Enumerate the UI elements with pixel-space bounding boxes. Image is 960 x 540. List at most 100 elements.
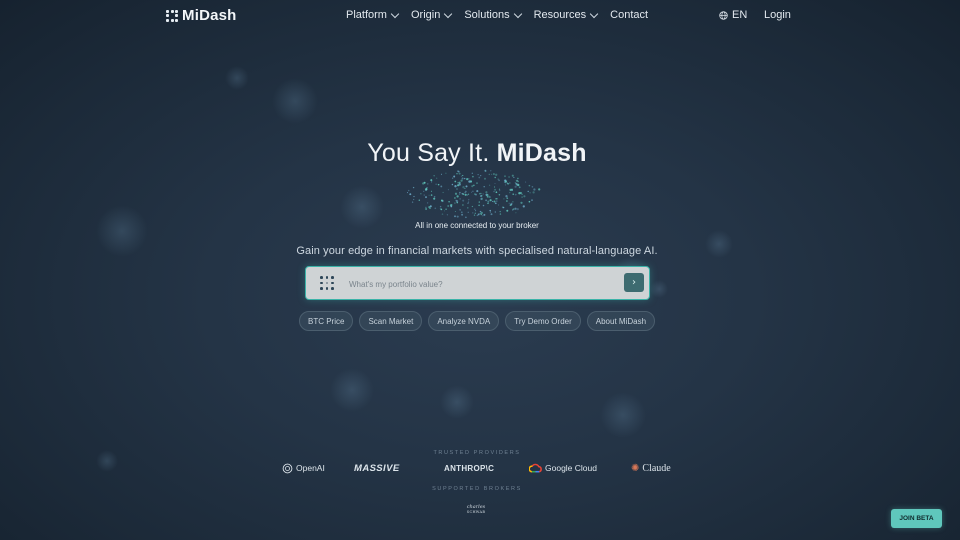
particle-dot <box>495 191 498 194</box>
particle-dot <box>499 210 501 213</box>
particle-dot <box>512 201 514 203</box>
send-button[interactable]: › <box>624 273 644 292</box>
suggestion-chip-try-demo-order[interactable]: Try Demo Order <box>505 311 581 331</box>
particle-dot <box>461 177 464 180</box>
particle-dot <box>462 186 465 189</box>
brand-logo[interactable]: MiDash <box>166 7 237 24</box>
particle-dot <box>480 197 483 201</box>
particle-dot <box>443 210 446 212</box>
particle-dot <box>426 183 429 185</box>
provider-anthropic: ANTHROP\C <box>444 460 494 476</box>
particle-dot <box>440 173 443 175</box>
particle-dot <box>497 204 500 206</box>
nav-item-solutions[interactable]: Solutions <box>464 9 522 21</box>
particle-dot <box>515 179 518 182</box>
provider-massive: MASSIVE <box>354 460 400 476</box>
particle-dot <box>457 182 459 184</box>
particle-dot <box>458 172 461 175</box>
particle-dot <box>472 190 474 192</box>
particle-dot <box>494 186 496 188</box>
language-code: EN <box>732 9 748 21</box>
particle-dot <box>494 188 497 191</box>
join-beta-button[interactable]: JOIN BETA <box>891 509 942 528</box>
login-link[interactable]: Login <box>764 9 791 21</box>
nav-item-resources[interactable]: Resources <box>534 9 599 21</box>
nav-item-platform[interactable]: Platform <box>346 9 400 21</box>
particle-dot <box>473 184 475 186</box>
particle-dot <box>462 193 465 195</box>
particle-dot <box>411 201 414 203</box>
particle-dot <box>435 183 437 185</box>
suggestion-chip-btc-price[interactable]: BTC Price <box>298 311 354 331</box>
particle-dot <box>450 205 453 208</box>
particle-dot <box>492 200 494 202</box>
particle-dot <box>454 180 457 183</box>
particle-dot <box>453 197 456 199</box>
bokeh-light <box>272 78 318 124</box>
particle-dot <box>503 198 505 200</box>
provider-name: ANTHROP\C <box>444 463 495 473</box>
particle-dot <box>514 207 517 210</box>
particle-dot <box>506 200 508 202</box>
particle-dot <box>462 204 464 206</box>
particle-dot <box>434 207 437 210</box>
broker-name: SCHWAB <box>466 510 486 514</box>
particle-dot <box>511 174 514 177</box>
particle-dot <box>472 212 474 214</box>
particle-dot <box>518 186 521 189</box>
particle-dot <box>491 173 493 175</box>
language-selector[interactable]: EN <box>719 9 747 21</box>
particle-dot <box>454 185 457 188</box>
particle-dot <box>442 191 444 194</box>
particle-dot <box>502 206 505 209</box>
particle-dot <box>506 209 509 212</box>
particle-dot <box>505 195 508 198</box>
particle-dot <box>495 198 497 200</box>
particle-dot <box>520 201 523 204</box>
particle-dot <box>494 211 496 213</box>
particle-dot <box>489 209 491 212</box>
particle-dot <box>453 175 456 178</box>
nav-item-origin[interactable]: Origin <box>411 9 453 21</box>
particle-dot <box>518 192 521 195</box>
nav-item-contact[interactable]: Contact <box>610 9 648 21</box>
particle-dot <box>445 208 447 210</box>
suggestion-chip-about-midash[interactable]: About MiDash <box>586 311 656 331</box>
particle-dot <box>406 192 409 194</box>
particle-dot <box>514 193 517 196</box>
prompt-input[interactable] <box>347 274 621 294</box>
logo-dots-icon <box>166 9 178 22</box>
chat-prompt-box: › <box>305 266 650 300</box>
particle-dot <box>464 177 466 180</box>
chevron-down-icon <box>390 9 400 18</box>
particle-dot <box>468 180 471 183</box>
particle-dot <box>428 194 430 196</box>
particle-dot <box>528 184 531 187</box>
provider-google-cloud: Google Cloud <box>529 460 597 476</box>
particle-dot <box>489 211 491 213</box>
particle-dot <box>473 214 476 216</box>
particle-dot <box>467 202 469 204</box>
brokers-heading: SUPPORTED BROKERS <box>432 486 522 492</box>
particle-dot <box>529 192 531 194</box>
particle-dot <box>423 194 425 196</box>
hero-title: You Say It. MiDash <box>0 139 954 168</box>
particle-dot <box>490 213 493 216</box>
particle-dot <box>523 195 526 198</box>
particle-dot <box>468 178 470 180</box>
chevron-right-icon: › <box>632 277 636 288</box>
particle-dot <box>512 193 514 195</box>
particle-dot <box>509 204 512 207</box>
particle-dot <box>478 176 481 179</box>
particle-dot <box>504 179 507 182</box>
particle-dot <box>458 193 461 195</box>
particle-dot <box>457 170 460 173</box>
nav-item-label: Contact <box>610 9 649 21</box>
particle-dot <box>477 213 480 216</box>
particle-dot <box>528 200 531 203</box>
particle-dot <box>439 207 441 209</box>
particle-dot <box>426 202 429 204</box>
suggestion-chip-analyze-nvda[interactable]: Analyze NVDA <box>428 311 500 331</box>
suggestion-chip-scan-market[interactable]: Scan Market <box>359 311 423 331</box>
particle-dot <box>498 194 501 196</box>
